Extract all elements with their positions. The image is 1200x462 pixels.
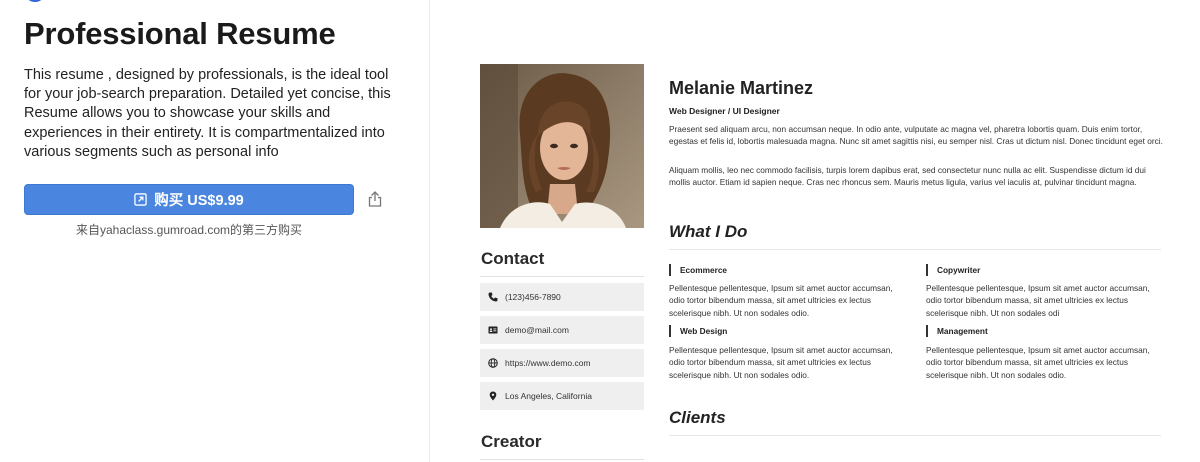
contact-text: demo@mail.com: [505, 325, 569, 335]
contact-location: Los Angeles, California: [480, 382, 644, 410]
contact-email: demo@mail.com: [480, 316, 644, 344]
globe-icon: [488, 358, 498, 368]
bio-paragraph: Aliquam mollis, leo nec commodo facilisi…: [669, 165, 1146, 188]
service-title: Management: [926, 325, 988, 337]
profile-photo: [480, 64, 644, 228]
share-icon[interactable]: [366, 190, 384, 208]
contact-text: (123)456-7890: [505, 292, 561, 302]
what-i-do-heading: What I Do: [669, 222, 748, 241]
creator-heading: Creator: [481, 432, 542, 451]
contact-text: Los Angeles, California: [505, 391, 592, 401]
external-link-icon: [134, 193, 147, 206]
service-title: Web Design: [669, 325, 727, 337]
service-description: Pellentesque pellentesque, Ipsum sit ame…: [669, 345, 893, 380]
location-pin-icon: [489, 391, 497, 401]
contact-text: https://www.demo.com: [505, 358, 591, 368]
divider: [480, 276, 644, 277]
service-description: Pellentesque pellentesque, Ipsum sit ame…: [669, 283, 893, 318]
avatar[interactable]: [26, 0, 44, 2]
product-title: Professional Resume: [24, 16, 336, 51]
service-title: Ecommerce: [669, 264, 727, 276]
service-title: Copywriter: [926, 264, 980, 276]
product-description: This resume , designed by professionals,…: [24, 67, 391, 160]
buy-button[interactable]: 购买 US$9.99: [24, 184, 354, 215]
resume-name: Melanie Martinez: [669, 78, 814, 98]
purchase-source-note: 来自yahaclass.gumroad.com的第三方购买: [75, 223, 303, 237]
divider: [669, 249, 1161, 250]
divider: [480, 459, 644, 460]
product-panel: Professional Resume This resume , design…: [0, 0, 430, 462]
contact-phone: (123)456-7890: [480, 283, 644, 311]
contact-heading: Contact: [481, 249, 545, 268]
divider: [669, 435, 1161, 436]
phone-icon: [488, 292, 498, 302]
service-description: Pellentesque pellentesque, Ipsum sit ame…: [926, 283, 1150, 318]
resume-role: Web Designer / UI Designer: [669, 106, 780, 116]
contact-website: https://www.demo.com: [480, 349, 644, 377]
clients-heading: Clients: [669, 408, 726, 427]
id-card-icon: [488, 326, 498, 334]
bio-paragraph: Praesent sed aliquam arcu, non accumsan …: [669, 124, 1163, 147]
buy-button-label: 购买 US$9.99: [154, 193, 244, 209]
service-description: Pellentesque pellentesque, Ipsum sit ame…: [926, 345, 1150, 380]
